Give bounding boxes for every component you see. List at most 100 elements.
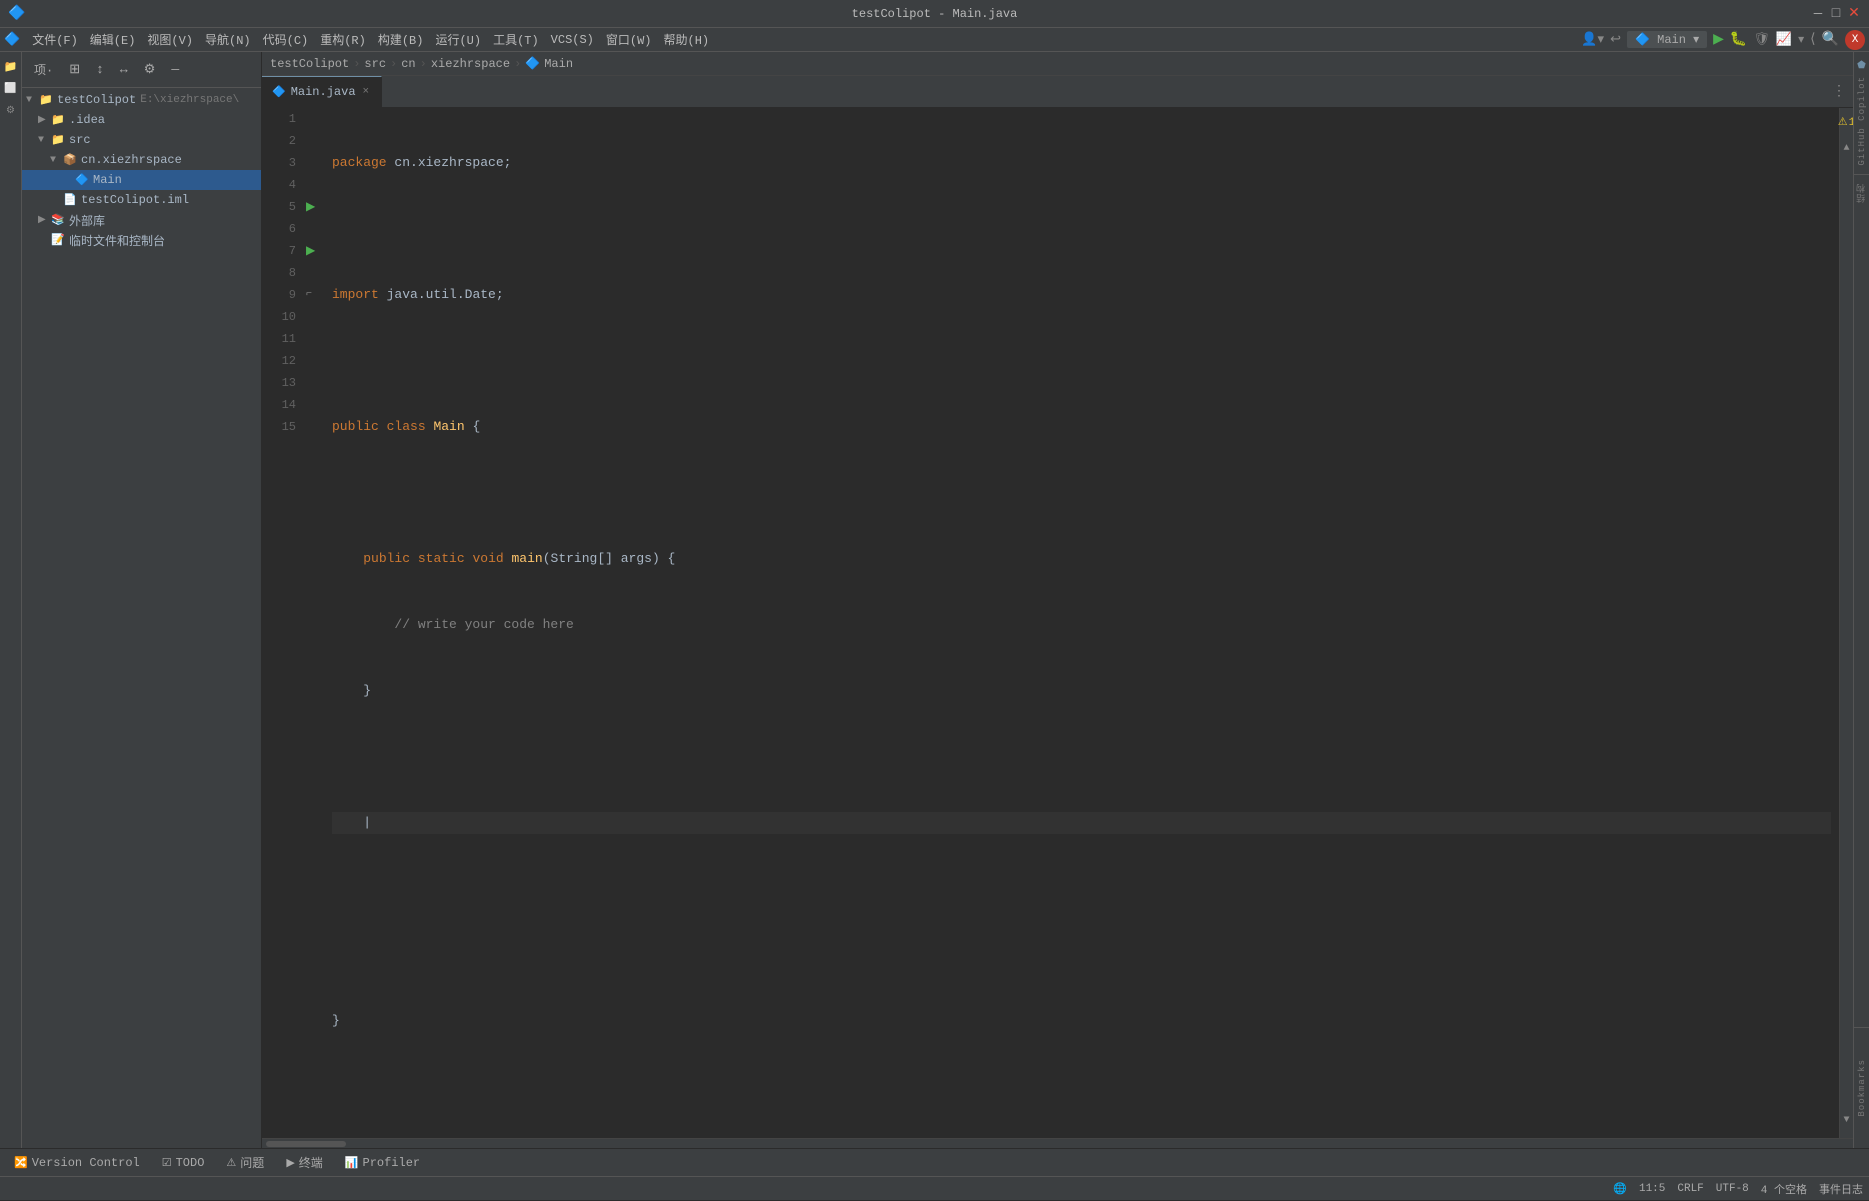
menu-code[interactable]: 代码(C) bbox=[257, 29, 315, 50]
run-icon-line7[interactable]: ▶ bbox=[306, 240, 315, 262]
bottom-tab-version-control[interactable]: 🔀 Version Control bbox=[4, 1149, 150, 1177]
code-content[interactable]: package cn.xiezhrspace; import java.util… bbox=[324, 108, 1839, 1138]
breadcrumb-xiezhrspace[interactable]: xiezhrspace bbox=[431, 57, 510, 71]
user-icon[interactable]: 👤▾ bbox=[1581, 32, 1604, 47]
run-config-selector[interactable]: 🔷 Main ▾ bbox=[1627, 31, 1707, 48]
more-run-options[interactable]: ▾ bbox=[1798, 32, 1804, 47]
code-line-2 bbox=[332, 218, 1831, 240]
menu-run[interactable]: 运行(U) bbox=[429, 29, 487, 50]
status-event-log[interactable]: 事件日志 bbox=[1813, 1177, 1869, 1201]
fold-icon-line9[interactable]: ⌐ bbox=[306, 284, 312, 306]
run-button[interactable]: ▶ bbox=[1713, 31, 1724, 48]
copilot-icon: ⬟ bbox=[1857, 60, 1866, 72]
tree-item-iml[interactable]: 📄 testColipot.iml bbox=[22, 190, 261, 210]
undo-icon[interactable]: ↩ bbox=[1610, 32, 1621, 47]
breadcrumb-main[interactable]: Main bbox=[544, 57, 573, 71]
status-internet[interactable]: 🌐 bbox=[1607, 1177, 1633, 1201]
activity-icon-2[interactable]: ⬜ bbox=[1, 79, 21, 99]
minimize-button[interactable]: — bbox=[1811, 7, 1825, 21]
tab-bar: 🔷 Main.java × ⋮ bbox=[262, 76, 1853, 108]
tree-item-external-libs[interactable]: ▶ 📚 外部库 bbox=[22, 210, 261, 230]
scroll-down-icon[interactable]: ▼ bbox=[1843, 1110, 1849, 1132]
scroll-up-icon[interactable]: ▲ bbox=[1843, 138, 1849, 160]
tree-root-testcolipot[interactable]: ▼ 📁 testColipot E:\xiezhrspace\ bbox=[22, 90, 261, 110]
menu-edit[interactable]: 编辑(E) bbox=[84, 29, 142, 50]
folder-icon: 📁 bbox=[50, 133, 66, 147]
tab-more-button[interactable]: ⋮ bbox=[1825, 76, 1853, 107]
close-button[interactable]: ✕ bbox=[1847, 7, 1861, 21]
status-position[interactable]: 11:5 bbox=[1633, 1177, 1671, 1201]
status-indent[interactable]: 4 个空格 bbox=[1755, 1177, 1813, 1201]
terminal-label: 终端 bbox=[299, 1154, 323, 1171]
bottom-tab-todo[interactable]: ☑ TODO bbox=[152, 1149, 215, 1177]
expand-all-button[interactable]: ↔ bbox=[114, 60, 134, 79]
step-back-button[interactable]: ⟨ bbox=[1810, 31, 1815, 48]
tree-item-main-class[interactable]: 🔷 Main bbox=[22, 170, 261, 190]
tree-item-scratch[interactable]: 📝 临时文件和控制台 bbox=[22, 230, 261, 250]
tab-close-button[interactable]: × bbox=[361, 85, 372, 99]
todo-icon: ☑ bbox=[162, 1156, 172, 1170]
menu-build[interactable]: 构建(B) bbox=[372, 29, 430, 50]
structure-panel[interactable]: 结构 bbox=[1854, 175, 1869, 1028]
right-side-panels: ⬟ GitHub Copilot 结构 Bookmarks bbox=[1853, 52, 1869, 1148]
close-sidebar-button[interactable]: — bbox=[165, 60, 185, 79]
copilot-panel[interactable]: ⬟ GitHub Copilot bbox=[1854, 52, 1869, 175]
code-line-15 bbox=[332, 1076, 1831, 1098]
menu-navigate[interactable]: 导航(N) bbox=[199, 29, 257, 50]
app-logo: 🔷 bbox=[8, 5, 25, 22]
breadcrumb-testcolipot[interactable]: testColipot bbox=[270, 57, 349, 71]
breadcrumb-src[interactable]: src bbox=[364, 57, 386, 71]
breadcrumb-icon: 🔷 bbox=[525, 56, 540, 71]
menu-file[interactable]: 文件(F) bbox=[26, 29, 84, 50]
code-editor[interactable]: 1 2 3 4 5 6 7 8 9 10 11 12 13 14 bbox=[262, 108, 1853, 1138]
bottom-tab-profiler[interactable]: 📊 Profiler bbox=[335, 1149, 430, 1177]
code-line-14: } bbox=[332, 1010, 1831, 1032]
tree-item-src[interactable]: ▼ 📁 src bbox=[22, 130, 261, 150]
settings-button[interactable]: ⚙ bbox=[138, 60, 162, 79]
activity-bar: 📁 ⬜ ⚙ bbox=[0, 52, 22, 1148]
config-icon: 📄 bbox=[62, 193, 78, 207]
horizontal-scrollbar[interactable] bbox=[262, 1138, 1853, 1148]
profiler-label: Profiler bbox=[363, 1156, 421, 1170]
coverage-button[interactable]: 🛡 bbox=[1753, 32, 1770, 47]
search-button[interactable]: 🔍 bbox=[1822, 31, 1839, 48]
class-icon: 🔷 bbox=[74, 173, 90, 187]
menu-vcs[interactable]: VCS(S) bbox=[545, 31, 600, 49]
editor-area: testColipot › src › cn › xiezhrspace › 🔷… bbox=[262, 52, 1853, 1148]
tab-main-java[interactable]: 🔷 Main.java × bbox=[262, 76, 382, 107]
tree-item-package[interactable]: ▼ 📦 cn.xiezhrspace bbox=[22, 150, 261, 170]
maximize-button[interactable]: □ bbox=[1829, 7, 1843, 21]
sync-button[interactable]: ⊞ bbox=[63, 60, 86, 79]
bottom-tab-terminal[interactable]: ▶ 终端 bbox=[276, 1149, 332, 1177]
collapse-all-button[interactable]: ↕ bbox=[90, 60, 110, 79]
h-scroll-thumb[interactable] bbox=[266, 1141, 346, 1147]
copilot-label: GitHub Copilot bbox=[1857, 76, 1867, 166]
code-line-3: import java.util.Date; bbox=[332, 284, 1831, 306]
status-encoding[interactable]: UTF-8 bbox=[1710, 1177, 1755, 1201]
debug-button[interactable]: 🐛 bbox=[1730, 31, 1747, 48]
bottom-tab-problems[interactable]: ⚠ 问题 bbox=[216, 1149, 274, 1177]
menu-tools[interactable]: 工具(T) bbox=[487, 29, 545, 50]
folder-icon: 📁 bbox=[50, 113, 66, 127]
breadcrumb-cn[interactable]: cn bbox=[401, 57, 415, 71]
code-line-5: public class Main { bbox=[332, 416, 1831, 438]
menu-window[interactable]: 窗口(W) bbox=[600, 29, 658, 50]
activity-icon-3[interactable]: ⚙ bbox=[1, 101, 21, 121]
user-avatar[interactable]: X bbox=[1845, 30, 1865, 50]
code-line-9: } bbox=[332, 680, 1831, 702]
tree-item-idea[interactable]: ▶ 📁 .idea bbox=[22, 110, 261, 130]
menu-refactor[interactable]: 重构(R) bbox=[314, 29, 372, 50]
menu-help[interactable]: 帮助(H) bbox=[658, 29, 716, 50]
warning-indicator[interactable]: ⚠ 1 bbox=[1838, 112, 1853, 134]
profile-button[interactable]: 📈 bbox=[1776, 32, 1792, 47]
status-line-ending[interactable]: CRLF bbox=[1671, 1177, 1709, 1201]
activity-project-icon[interactable]: 📁 bbox=[1, 57, 21, 77]
code-line-12 bbox=[332, 878, 1831, 900]
bookmarks-panel[interactable]: Bookmarks bbox=[1854, 1028, 1869, 1148]
title-bar: 🔷 testColipot - Main.java — □ ✕ bbox=[0, 0, 1869, 28]
run-icon-line5[interactable]: ▶ bbox=[306, 196, 315, 218]
menu-view[interactable]: 视图(V) bbox=[141, 29, 199, 50]
problems-icon: ⚠ bbox=[226, 1156, 236, 1170]
code-line-4 bbox=[332, 350, 1831, 372]
line-numbers: 1 2 3 4 5 6 7 8 9 10 11 12 13 14 bbox=[262, 108, 304, 1138]
